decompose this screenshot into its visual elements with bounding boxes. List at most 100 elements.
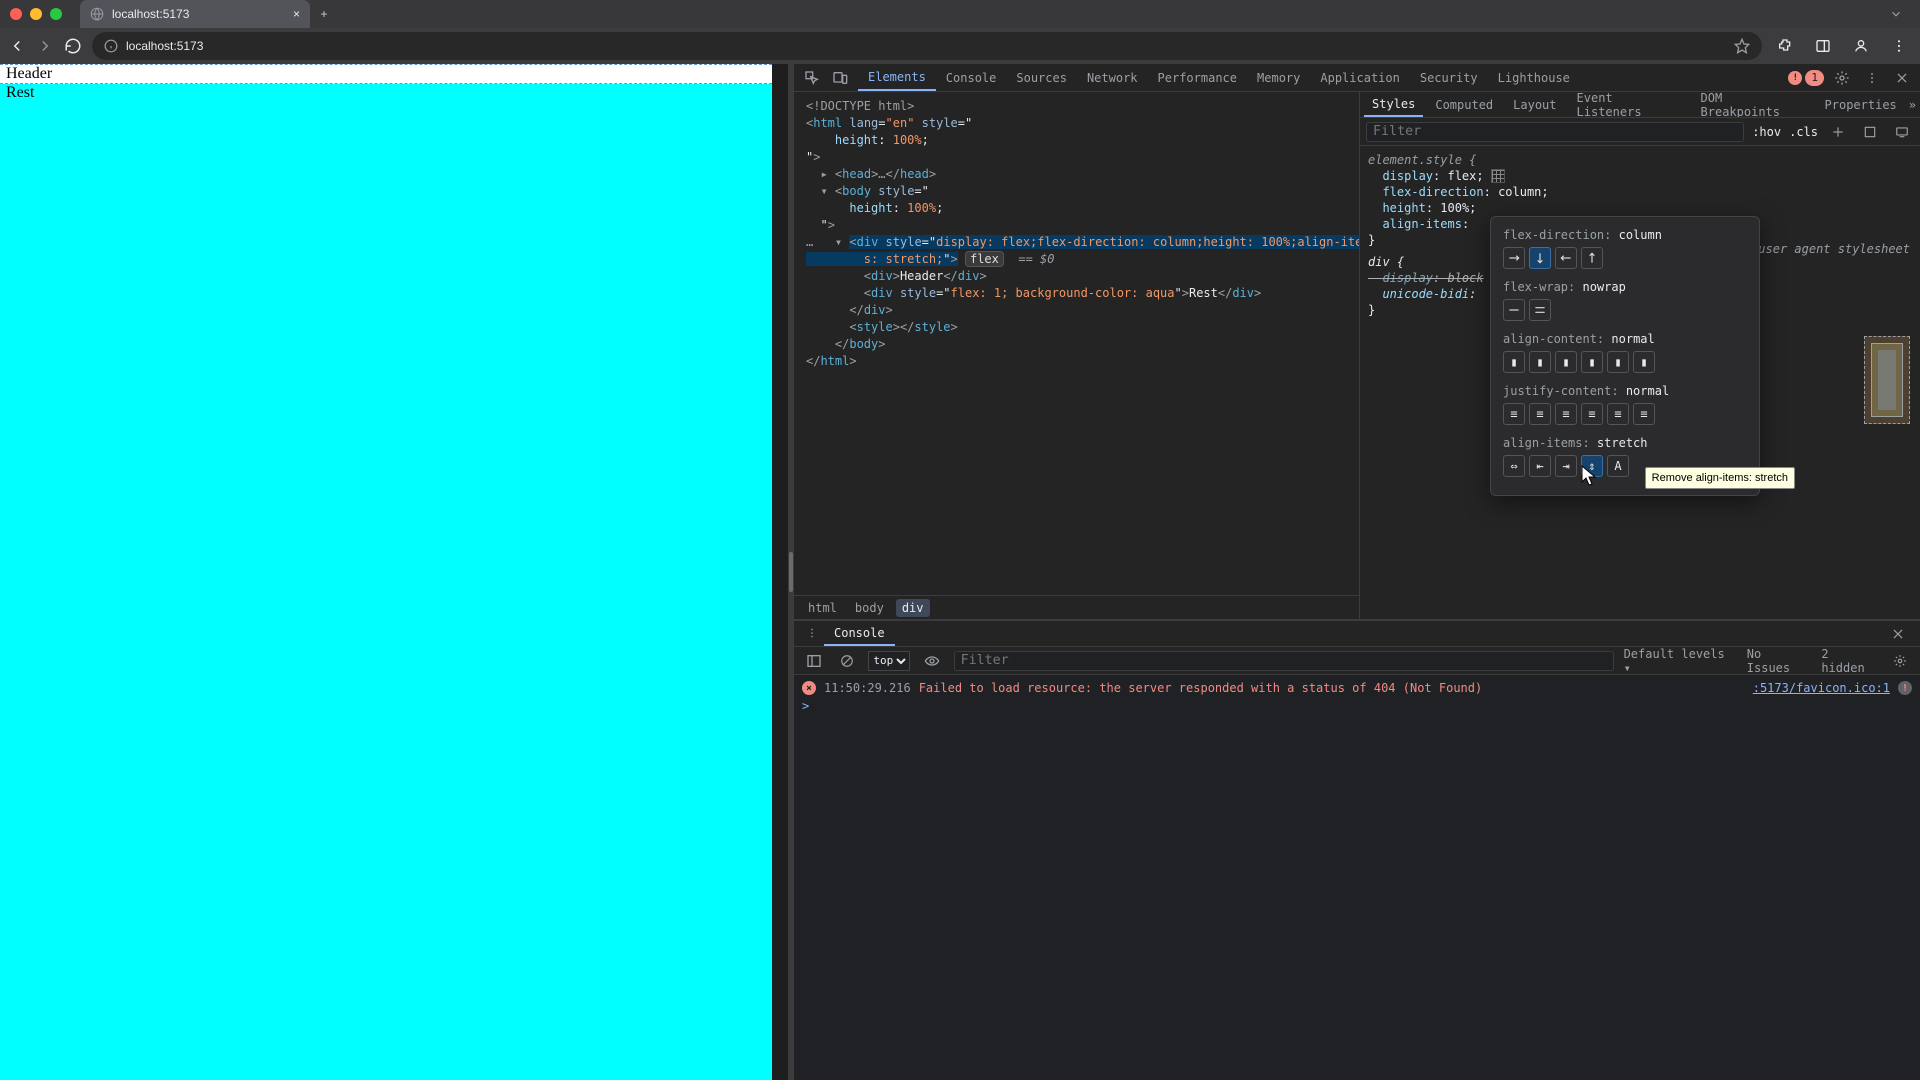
window-maximize-button[interactable] xyxy=(50,8,62,20)
new-tab-button[interactable]: + xyxy=(310,0,338,28)
error-badge-icon[interactable]: ! 1 xyxy=(1788,70,1824,86)
back-button[interactable] xyxy=(8,33,26,59)
flex-direction-row-reverse-icon[interactable] xyxy=(1555,247,1577,269)
align-content-start-icon[interactable]: ▮ xyxy=(1529,351,1551,373)
clear-console-icon[interactable] xyxy=(835,649,858,673)
flex-wrap-nowrap-icon[interactable] xyxy=(1503,299,1525,321)
crumb-div[interactable]: div xyxy=(896,599,930,617)
justify-content-center-icon[interactable]: ≡ xyxy=(1503,403,1525,425)
more-kebab-icon[interactable] xyxy=(1860,66,1884,90)
browser-tab[interactable]: localhost:5173 × xyxy=(80,0,310,28)
justify-content-around-icon[interactable]: ≡ xyxy=(1607,403,1629,425)
flex-badge[interactable]: flex xyxy=(965,251,1004,267)
styles-filter-input[interactable] xyxy=(1366,122,1744,142)
drawer-kebab-icon[interactable] xyxy=(800,621,824,645)
console-error-line[interactable]: × 11:50:29.216 Failed to load resource: … xyxy=(802,679,1912,697)
drawer-close-icon[interactable] xyxy=(1886,622,1910,646)
page-header-div: Header xyxy=(0,64,772,84)
tab-lighthouse[interactable]: Lighthouse xyxy=(1488,64,1580,91)
side-panel-icon[interactable] xyxy=(1810,33,1836,59)
tab-close-button[interactable]: × xyxy=(293,7,300,21)
reload-button[interactable] xyxy=(64,33,82,59)
styles-tab-event-listeners[interactable]: Event Listeners xyxy=(1569,92,1689,117)
justify-content-start-icon[interactable]: ≡ xyxy=(1529,403,1551,425)
align-items-start-icon[interactable]: ⇤ xyxy=(1529,455,1551,477)
chevron-down-icon[interactable] xyxy=(1882,7,1910,21)
styles-tab-properties[interactable]: Properties xyxy=(1817,92,1905,117)
dom-doctype: <!DOCTYPE html> xyxy=(806,99,914,113)
dollar-zero: == $0 xyxy=(1018,252,1054,266)
page-viewport[interactable]: Header Rest xyxy=(0,64,772,1080)
styles-tab-computed[interactable]: Computed xyxy=(1427,92,1501,117)
tooltip: Remove align-items: stretch xyxy=(1645,467,1795,489)
align-items-end-icon[interactable]: ⇥ xyxy=(1555,455,1577,477)
log-levels-select[interactable]: Default levels ▾ xyxy=(1624,647,1735,675)
device-toggle-icon[interactable] xyxy=(828,66,852,90)
profile-icon[interactable] xyxy=(1848,33,1874,59)
url-text: localhost:5173 xyxy=(126,39,203,53)
console-sidebar-toggle-icon[interactable] xyxy=(802,649,825,673)
console-filter-input[interactable] xyxy=(954,651,1614,671)
styles-tab-styles[interactable]: Styles xyxy=(1364,92,1423,117)
console-settings-gear-icon[interactable] xyxy=(1889,649,1912,673)
tab-network[interactable]: Network xyxy=(1077,64,1148,91)
justify-content-between-icon[interactable]: ≡ xyxy=(1581,403,1603,425)
crumb-html[interactable]: html xyxy=(802,599,843,617)
align-content-end-icon[interactable]: ▮ xyxy=(1555,351,1577,373)
error-icon: × xyxy=(802,681,816,695)
flex-direction-column-icon[interactable] xyxy=(1529,247,1551,269)
align-items-baseline-icon[interactable]: A xyxy=(1607,455,1629,477)
flex-direction-column-reverse-icon[interactable] xyxy=(1581,247,1603,269)
live-expression-icon[interactable] xyxy=(920,649,943,673)
address-bar[interactable]: localhost:5173 xyxy=(92,32,1762,60)
console-output[interactable]: × 11:50:29.216 Failed to load resource: … xyxy=(794,675,1920,1080)
tab-security[interactable]: Security xyxy=(1410,64,1488,91)
tab-sources[interactable]: Sources xyxy=(1006,64,1077,91)
extensions-icon[interactable] xyxy=(1772,33,1798,59)
error-dot-icon: ! xyxy=(1898,681,1912,695)
tab-memory[interactable]: Memory xyxy=(1247,64,1310,91)
box-model-diagram xyxy=(1864,336,1910,424)
menu-kebab-icon[interactable] xyxy=(1886,33,1912,59)
styles-tab-dom-breakpoints[interactable]: DOM Breakpoints xyxy=(1693,92,1813,117)
settings-gear-icon[interactable] xyxy=(1830,66,1854,90)
window-minimize-button[interactable] xyxy=(30,8,42,20)
console-prompt[interactable]: > xyxy=(802,697,1912,715)
justify-content-end-icon[interactable]: ≡ xyxy=(1555,403,1577,425)
crumb-body[interactable]: body xyxy=(849,599,890,617)
bookmark-star-icon[interactable] xyxy=(1734,38,1750,54)
align-content-around-icon[interactable]: ▮ xyxy=(1607,351,1629,373)
align-items-center-icon[interactable]: ⇔ xyxy=(1503,455,1525,477)
hidden-count[interactable]: 2 hidden xyxy=(1821,647,1877,675)
cls-toggle[interactable]: .cls xyxy=(1789,125,1818,139)
flex-wrap-wrap-icon[interactable] xyxy=(1529,299,1551,321)
rendering-icon[interactable] xyxy=(1890,120,1914,144)
computed-swatch-icon[interactable] xyxy=(1858,120,1882,144)
tab-console[interactable]: Console xyxy=(936,64,1007,91)
site-info-icon[interactable] xyxy=(104,39,118,53)
devtools-close-icon[interactable] xyxy=(1890,66,1914,90)
breadcrumb[interactable]: html body div xyxy=(794,595,1359,619)
justify-content-evenly-icon[interactable]: ≡ xyxy=(1633,403,1655,425)
forward-button[interactable] xyxy=(36,33,54,59)
drawer-tab-console[interactable]: Console xyxy=(824,621,895,646)
window-close-button[interactable] xyxy=(10,8,22,20)
issues-label[interactable]: No Issues xyxy=(1747,647,1810,675)
styles-tab-layout[interactable]: Layout xyxy=(1505,92,1564,117)
nav-bar: localhost:5173 xyxy=(0,28,1920,64)
hov-toggle[interactable]: :hov xyxy=(1752,125,1781,139)
cursor-icon xyxy=(1581,465,1597,487)
inspect-element-icon[interactable] xyxy=(800,66,824,90)
console-context-select[interactable]: top xyxy=(868,651,910,671)
align-content-center-icon[interactable]: ▮ xyxy=(1503,351,1525,373)
tab-performance[interactable]: Performance xyxy=(1148,64,1247,91)
dom-tree[interactable]: <!DOCTYPE html> <html lang="en" style=" … xyxy=(794,92,1359,595)
flex-direction-row-icon[interactable] xyxy=(1503,247,1525,269)
align-content-between-icon[interactable]: ▮ xyxy=(1581,351,1603,373)
flex-editor-icon[interactable] xyxy=(1491,169,1505,183)
align-content-evenly-icon[interactable]: ▮ xyxy=(1633,351,1655,373)
tab-application[interactable]: Application xyxy=(1310,64,1409,91)
new-style-rule-icon[interactable] xyxy=(1826,120,1850,144)
log-source-link[interactable]: :5173/favicon.ico:1 xyxy=(1753,681,1890,695)
tab-elements[interactable]: Elements xyxy=(858,64,936,91)
